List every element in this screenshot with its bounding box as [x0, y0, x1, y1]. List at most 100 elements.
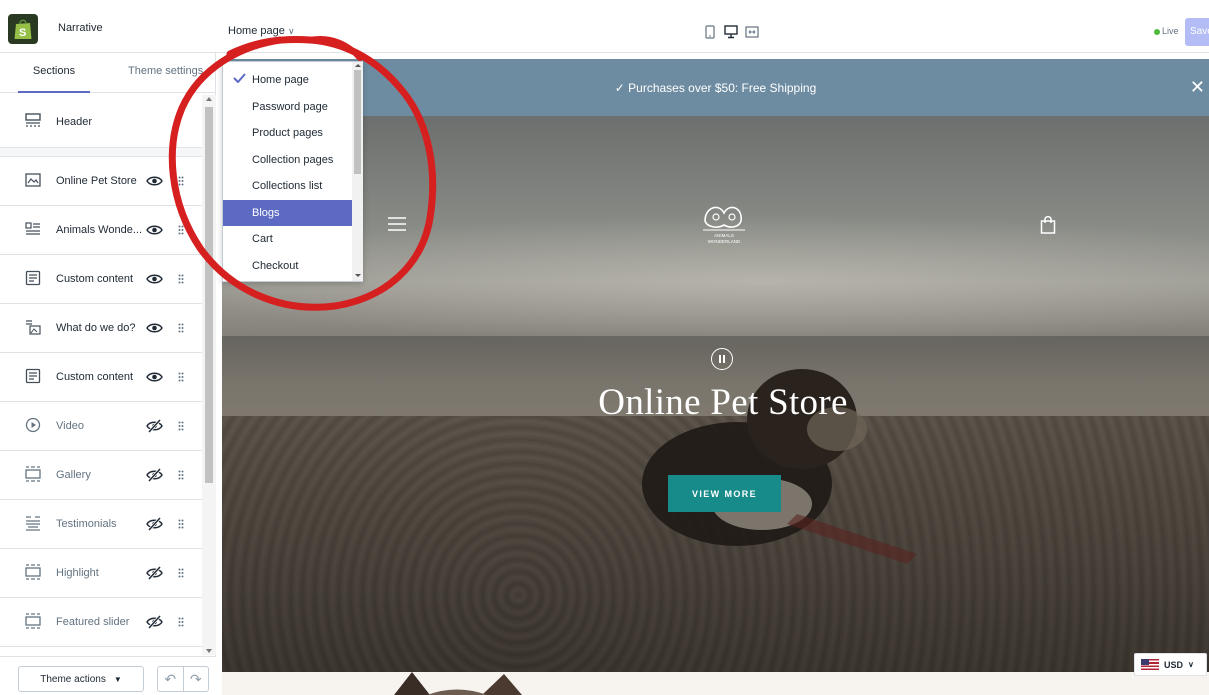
currency-label: USD	[1164, 659, 1184, 670]
eye-off-icon[interactable]	[146, 615, 163, 629]
section-item[interactable]: Custom content	[0, 255, 202, 304]
save-button[interactable]: Save	[1185, 18, 1209, 46]
video-play-icon	[25, 417, 41, 433]
section-item-label: Animals Wonde...	[56, 224, 143, 236]
page-option[interactable]: Home page	[223, 67, 352, 93]
page-option[interactable]: Collection pages	[223, 147, 352, 173]
drag-handle-icon[interactable]	[178, 274, 184, 284]
page-select-dropdown[interactable]: Home page ∨	[228, 25, 295, 37]
sidebar-scrollbar[interactable]	[202, 95, 216, 655]
editor-topbar: Home page ∨ Live Save	[216, 0, 1209, 53]
section-item-label: Video	[56, 420, 84, 432]
section-item[interactable]: Video	[0, 402, 202, 451]
page-option[interactable]: Cart	[223, 226, 352, 252]
eye-icon[interactable]	[146, 272, 163, 286]
eye-off-icon[interactable]	[146, 419, 163, 433]
menu-hamburger-icon[interactable]	[388, 217, 406, 231]
drag-handle-icon[interactable]	[178, 470, 184, 480]
close-icon[interactable]: ✕	[1190, 77, 1205, 98]
section-item-label: Header	[56, 116, 93, 128]
section-item[interactable]: Gallery	[0, 451, 202, 500]
theme-actions-label: Theme actions	[40, 673, 106, 685]
drag-handle-icon[interactable]	[178, 568, 184, 578]
custom-content-icon	[25, 368, 41, 384]
scroll-up-arrow-icon[interactable]	[355, 64, 361, 67]
section-item-label: Featured slider	[56, 616, 130, 628]
theme-actions-button[interactable]: Theme actions ▼	[18, 666, 144, 692]
eye-icon[interactable]	[146, 370, 163, 384]
hero-title: Online Pet Store	[598, 382, 848, 423]
section-item[interactable]: Testimonials	[0, 500, 202, 549]
eye-off-icon[interactable]	[146, 566, 163, 580]
tab-sections[interactable]: Sections	[0, 65, 108, 93]
tab-theme-settings[interactable]: Theme settings	[128, 65, 203, 77]
section-item[interactable]: Custom content	[0, 353, 202, 402]
shopify-bag-icon[interactable]: S	[8, 14, 38, 44]
eye-icon[interactable]	[146, 321, 163, 335]
page-option[interactable]: Password page	[223, 94, 352, 120]
drag-handle-icon[interactable]	[178, 421, 184, 431]
theme-name: Narrative	[58, 22, 103, 34]
section-item[interactable]: Highlight	[0, 549, 202, 598]
section-item[interactable]: Featured slider	[0, 598, 202, 647]
header-layout-icon	[25, 113, 41, 127]
redo-icon[interactable]: ↷	[184, 667, 209, 691]
menu-scrollbar[interactable]	[352, 62, 363, 281]
pause-icon[interactable]	[711, 348, 733, 370]
eye-off-icon[interactable]	[146, 517, 163, 531]
logo-text-line-2: WONDERLAND	[708, 239, 741, 244]
eye-icon[interactable]	[146, 174, 163, 188]
us-flag-icon	[1141, 659, 1159, 670]
sidebar-topbar: S Narrative	[0, 0, 216, 53]
section-item[interactable]: Featured product	[0, 647, 202, 655]
section-item-label: Highlight	[56, 567, 99, 579]
theme-editor-sidebar: S Narrative Sections Theme settings Head…	[0, 0, 216, 695]
page-option[interactable]: Blogs	[223, 199, 352, 226]
eye-icon[interactable]	[146, 223, 163, 237]
desktop-icon[interactable]	[724, 25, 738, 39]
menu-scrollbar-thumb[interactable]	[354, 70, 361, 174]
drag-handle-icon[interactable]	[178, 372, 184, 382]
live-status-dot	[1154, 29, 1160, 35]
drag-handle-icon[interactable]	[178, 176, 184, 186]
section-item[interactable]: Online Pet Store	[0, 157, 202, 206]
announcement-bar: ✓ Purchases over $50: Free Shipping ✕	[222, 59, 1209, 116]
highlight-icon	[25, 564, 41, 580]
fullscreen-icon[interactable]	[745, 25, 759, 39]
section-item[interactable]: Animals Wonde...	[0, 206, 202, 255]
scroll-down-arrow-icon[interactable]	[206, 649, 212, 653]
view-more-button[interactable]: VIEW MORE	[668, 475, 781, 512]
drag-handle-icon[interactable]	[178, 225, 184, 235]
currency-selector[interactable]: USD ∨	[1134, 653, 1207, 676]
scroll-down-arrow-icon[interactable]	[355, 274, 361, 277]
puppy-image	[642, 369, 917, 564]
eye-off-icon[interactable]	[146, 468, 163, 482]
page-option[interactable]: Product pages	[223, 120, 352, 146]
cart-bag-icon[interactable]	[1040, 215, 1056, 234]
undo-redo-group: ↶ ↷	[157, 666, 209, 692]
store-preview: ✓ Purchases over $50: Free Shipping ✕ AN…	[222, 59, 1209, 695]
page-select-menu: Home page Password page Product pages Colle…	[222, 61, 363, 282]
logo-text-line-1: ANIMALS	[714, 233, 734, 238]
live-status-label: Live	[1162, 26, 1179, 36]
drag-handle-icon[interactable]	[178, 323, 184, 333]
page-option[interactable]: Checkout	[223, 253, 352, 279]
section-item-header[interactable]: Header	[0, 95, 202, 149]
section-list: Header Online Pet Store Animals Wonde... C…	[0, 95, 202, 655]
section-item-label: What do we do?	[56, 322, 136, 334]
hero-slideshow: ANIMALS WONDERLAND Online Pet Store VIEW…	[222, 116, 1209, 672]
chevron-down-icon: ∨	[1188, 660, 1194, 669]
page-select-label: Home page	[228, 25, 285, 37]
scroll-up-arrow-icon[interactable]	[206, 97, 212, 101]
drag-handle-icon[interactable]	[178, 519, 184, 529]
undo-icon[interactable]: ↶	[158, 667, 184, 691]
mobile-icon[interactable]	[703, 25, 717, 39]
testimonials-icon	[26, 516, 40, 531]
section-item[interactable]: What do we do?	[0, 304, 202, 353]
animals-wonderland-logo[interactable]: ANIMALS WONDERLAND	[697, 199, 751, 245]
drag-handle-icon[interactable]	[178, 617, 184, 627]
page-option[interactable]: Collections list	[223, 173, 352, 199]
section-item-label: Custom content	[56, 273, 134, 285]
scrollbar-thumb[interactable]	[205, 107, 213, 483]
image-with-text-icon	[26, 320, 41, 335]
